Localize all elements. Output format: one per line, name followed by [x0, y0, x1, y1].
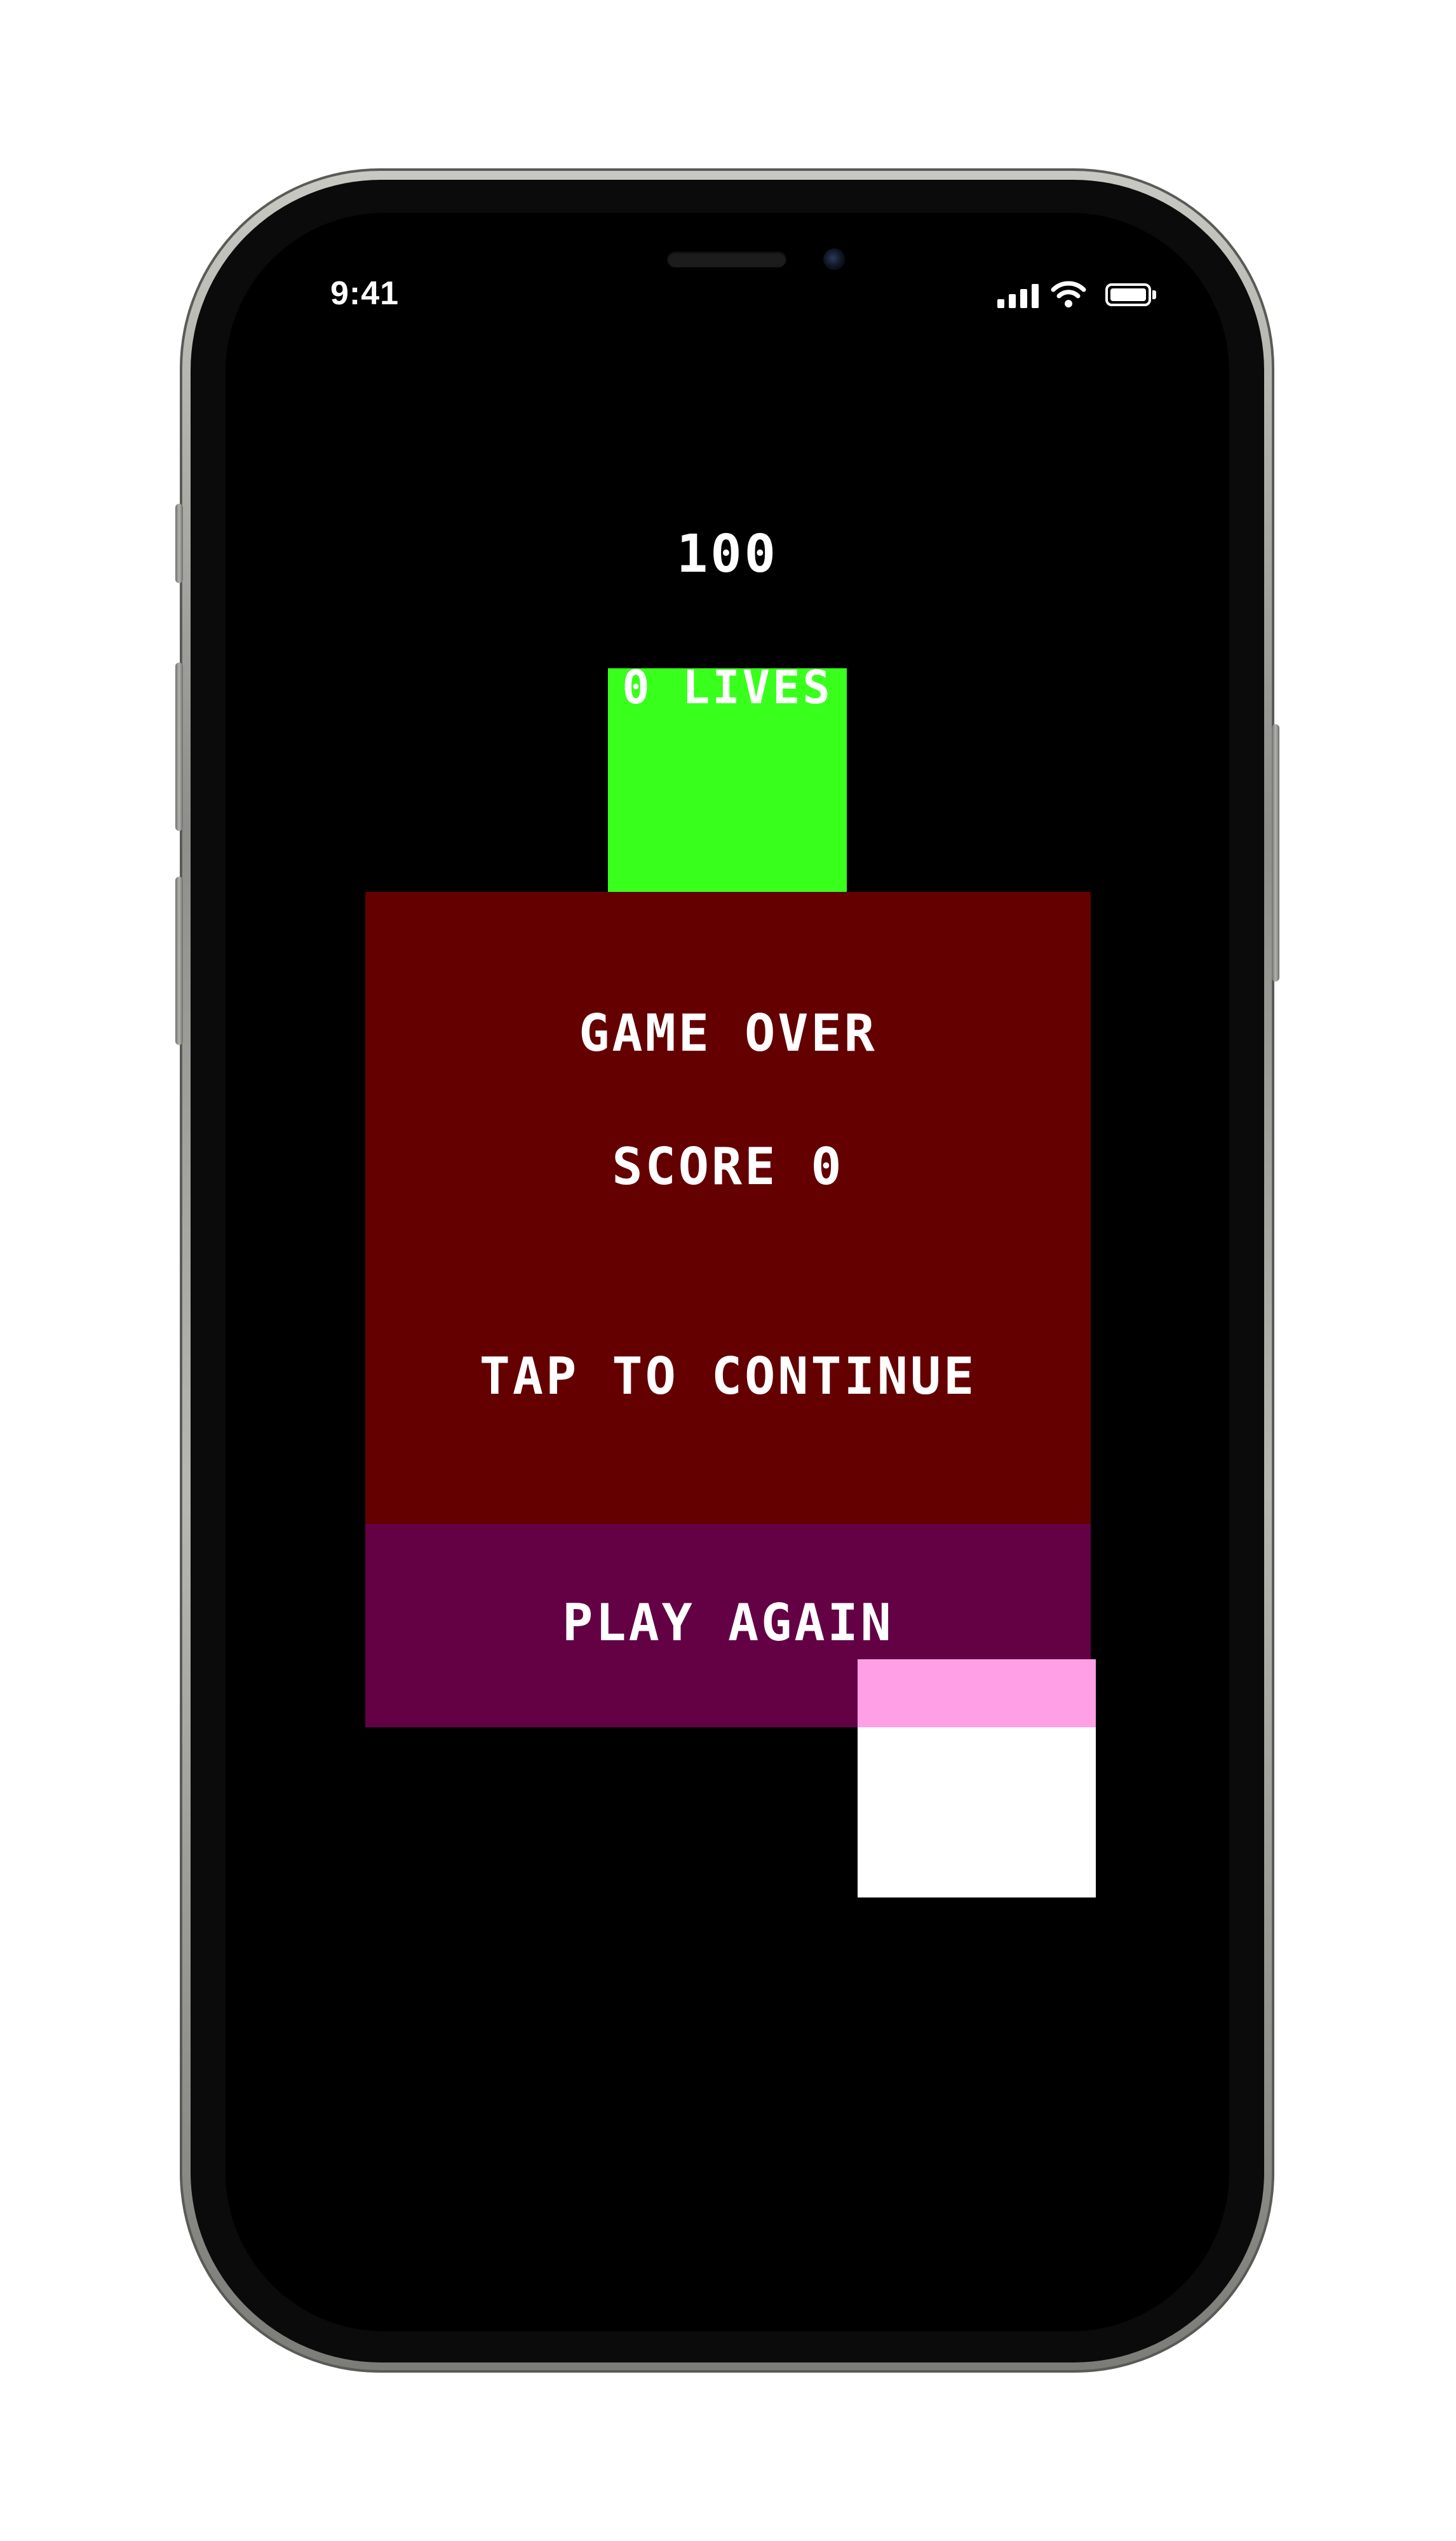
game-over-panel[interactable]: [365, 892, 1091, 1524]
earpiece-speaker: [667, 251, 786, 267]
battery-tip: [1152, 290, 1156, 299]
game-over-title: GAME OVER: [579, 1004, 877, 1063]
front-camera: [823, 248, 845, 270]
battery-icon: [1105, 283, 1151, 306]
lives-counter: 0 LIVES: [622, 661, 833, 714]
score-counter: 100: [676, 524, 779, 584]
cellular-signal-icon: [997, 283, 1039, 308]
play-again-label: PLAY AGAIN: [562, 1593, 894, 1652]
power-button: [1272, 724, 1279, 981]
battery-level: [1110, 288, 1146, 301]
wifi-icon: [1051, 281, 1086, 307]
final-score: SCORE 0: [612, 1137, 844, 1196]
tap-to-continue-prompt[interactable]: TAP TO CONTINUE: [365, 1347, 1091, 1406]
volume-up-button: [175, 663, 183, 831]
status-time: 9:41: [330, 275, 400, 312]
volume-down-button: [175, 877, 183, 1045]
page: 9:41 100 0 LIVES GAME OVER SCORE 0 TAP T…: [0, 0, 1456, 2541]
mute-switch: [175, 504, 183, 583]
falling-block-overlap: [858, 1659, 1096, 1727]
